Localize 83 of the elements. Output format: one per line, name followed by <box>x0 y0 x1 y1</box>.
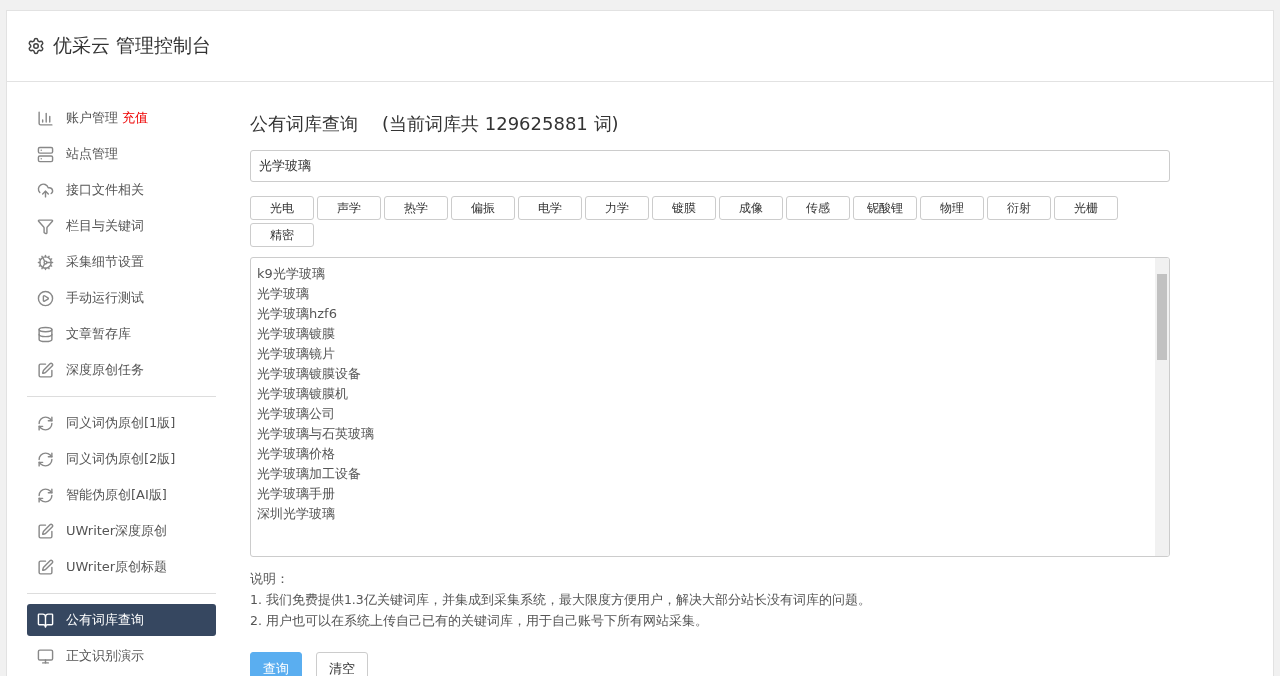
result-item[interactable]: k9光学玻璃 <box>257 266 325 281</box>
edit-icon <box>37 361 54 379</box>
sidebar-item[interactable]: 采集细节设置 <box>27 246 216 278</box>
tag-button[interactable]: 偏振 <box>451 196 515 220</box>
monitor-icon <box>37 647 54 665</box>
result-item[interactable]: 光学玻璃镀膜机 <box>257 386 348 401</box>
filter-icon <box>37 217 54 235</box>
tag-button[interactable]: 光栅 <box>1054 196 1118 220</box>
console-title: 优采云 管理控制台 <box>53 33 212 58</box>
sidebar-label: UWriter原创标题 <box>66 558 168 576</box>
result-item[interactable]: 光学玻璃 <box>257 286 309 301</box>
tag-button[interactable]: 衍射 <box>987 196 1051 220</box>
note-text: 1. 我们免费提供1.3亿关键词库，并集成到采集系统，最大限度方便用户，解决大部分站长没有词库的问题。 <box>250 592 872 609</box>
sidebar-label: 同义词伪原创[2版] <box>66 450 176 468</box>
sidebar-label: 接口文件相关 <box>66 181 144 199</box>
result-item[interactable]: 光学玻璃镀膜 <box>257 326 335 341</box>
sidebar-item[interactable]: 同义词伪原创[2版] <box>27 443 216 475</box>
sidebar-label: 同义词伪原创[1版] <box>66 414 176 432</box>
result-item[interactable]: 光学玻璃与石英玻璃 <box>257 426 374 441</box>
clear-button[interactable]: 清空 <box>316 652 368 676</box>
edit-icon <box>37 558 54 576</box>
sidebar-label: 公有词库查询 <box>66 611 144 629</box>
scrollbar[interactable] <box>1155 258 1169 556</box>
result-item[interactable]: 光学玻璃hzf6 <box>257 306 337 321</box>
tag-button[interactable]: 镀膜 <box>652 196 716 220</box>
sidebar-item[interactable]: 站点管理 <box>27 138 216 170</box>
cloud-upload-icon <box>37 181 54 199</box>
sidebar-label: 采集细节设置 <box>66 253 144 271</box>
refresh-icon <box>37 414 54 432</box>
word-count: (当前词库共 129625881 词) <box>382 112 619 136</box>
sidebar-label: 正文识别演示 <box>66 647 144 665</box>
sidebar-label: 深度原创任务 <box>66 361 144 379</box>
sidebar-item[interactable]: 接口文件相关 <box>27 174 216 206</box>
sidebar-label: 账户管理 <box>66 109 118 127</box>
sidebar-item[interactable]: 文章暂存库 <box>27 318 216 350</box>
sidebar-label: UWriter深度原创 <box>66 522 168 540</box>
result-item[interactable]: 光学玻璃镜片 <box>257 346 335 361</box>
sidebar-label: 智能伪原创[AI版] <box>66 486 167 504</box>
tag-button[interactable]: 力学 <box>585 196 649 220</box>
tag-button[interactable]: 铌酸锂 <box>853 196 917 220</box>
tag-button[interactable]: 热学 <box>384 196 448 220</box>
sidebar-item[interactable]: 深度原创任务 <box>27 354 216 386</box>
sidebar-item[interactable]: 栏目与关键词 <box>27 210 216 242</box>
server-icon <box>37 145 54 163</box>
sidebar-item[interactable]: 正文识别演示 <box>27 640 216 672</box>
sidebar-item[interactable]: 账户管理 充值 <box>27 102 216 134</box>
result-item[interactable]: 光学玻璃公司 <box>257 406 335 421</box>
sidebar-item[interactable]: 手动运行测试 <box>27 282 216 314</box>
sidebar-label: 文章暂存库 <box>66 325 131 343</box>
tag-button[interactable]: 成像 <box>719 196 783 220</box>
sidebar-label: 手动运行测试 <box>66 289 144 307</box>
tag-button[interactable]: 光电 <box>250 196 314 220</box>
tag-button[interactable]: 物理 <box>920 196 984 220</box>
result-item[interactable]: 光学玻璃价格 <box>257 446 335 461</box>
sidebar-label: 栏目与关键词 <box>66 217 144 235</box>
refresh-icon <box>37 486 54 504</box>
gears-icon <box>37 253 54 271</box>
note-text: 2. 用户也可以在系统上传自己已有的关键词库，用于自己账号下所有网站采集。 <box>250 613 709 630</box>
tag-button[interactable]: 电学 <box>518 196 582 220</box>
result-item[interactable]: 光学玻璃加工设备 <box>257 466 361 481</box>
result-item[interactable]: 光学玻璃镀膜设备 <box>257 366 361 381</box>
tag-button[interactable]: 声学 <box>317 196 381 220</box>
edit-icon <box>37 522 54 540</box>
search-field[interactable]: 光学玻璃 <box>250 150 1170 182</box>
sidebar-item[interactable]: UWriter原创标题 <box>27 551 216 583</box>
sidebar-label: 站点管理 <box>66 145 118 163</box>
page-title: 公有词库查询 <box>250 112 358 136</box>
tag-button[interactable]: 传感 <box>786 196 850 220</box>
notes-title: 说明： <box>250 571 290 588</box>
database-icon <box>37 325 54 343</box>
result-item[interactable]: 深圳光学玻璃 <box>257 506 335 521</box>
book-icon <box>37 611 54 629</box>
sidebar-item[interactable]: UWriter深度原创 <box>27 515 216 547</box>
settings-icon <box>27 37 45 55</box>
tag-button[interactable]: 精密 <box>250 223 314 247</box>
result-item[interactable]: 光学玻璃手册 <box>257 486 335 501</box>
sidebar-item[interactable]: 公有词库查询 <box>27 604 216 636</box>
play-icon <box>37 289 54 307</box>
recharge-link[interactable]: 充值 <box>122 109 148 127</box>
bar-chart-icon <box>37 109 54 127</box>
sidebar-item[interactable]: 同义词伪原创[1版] <box>27 407 216 439</box>
refresh-icon <box>37 450 54 468</box>
sidebar-item[interactable]: 智能伪原创[AI版] <box>27 479 216 511</box>
